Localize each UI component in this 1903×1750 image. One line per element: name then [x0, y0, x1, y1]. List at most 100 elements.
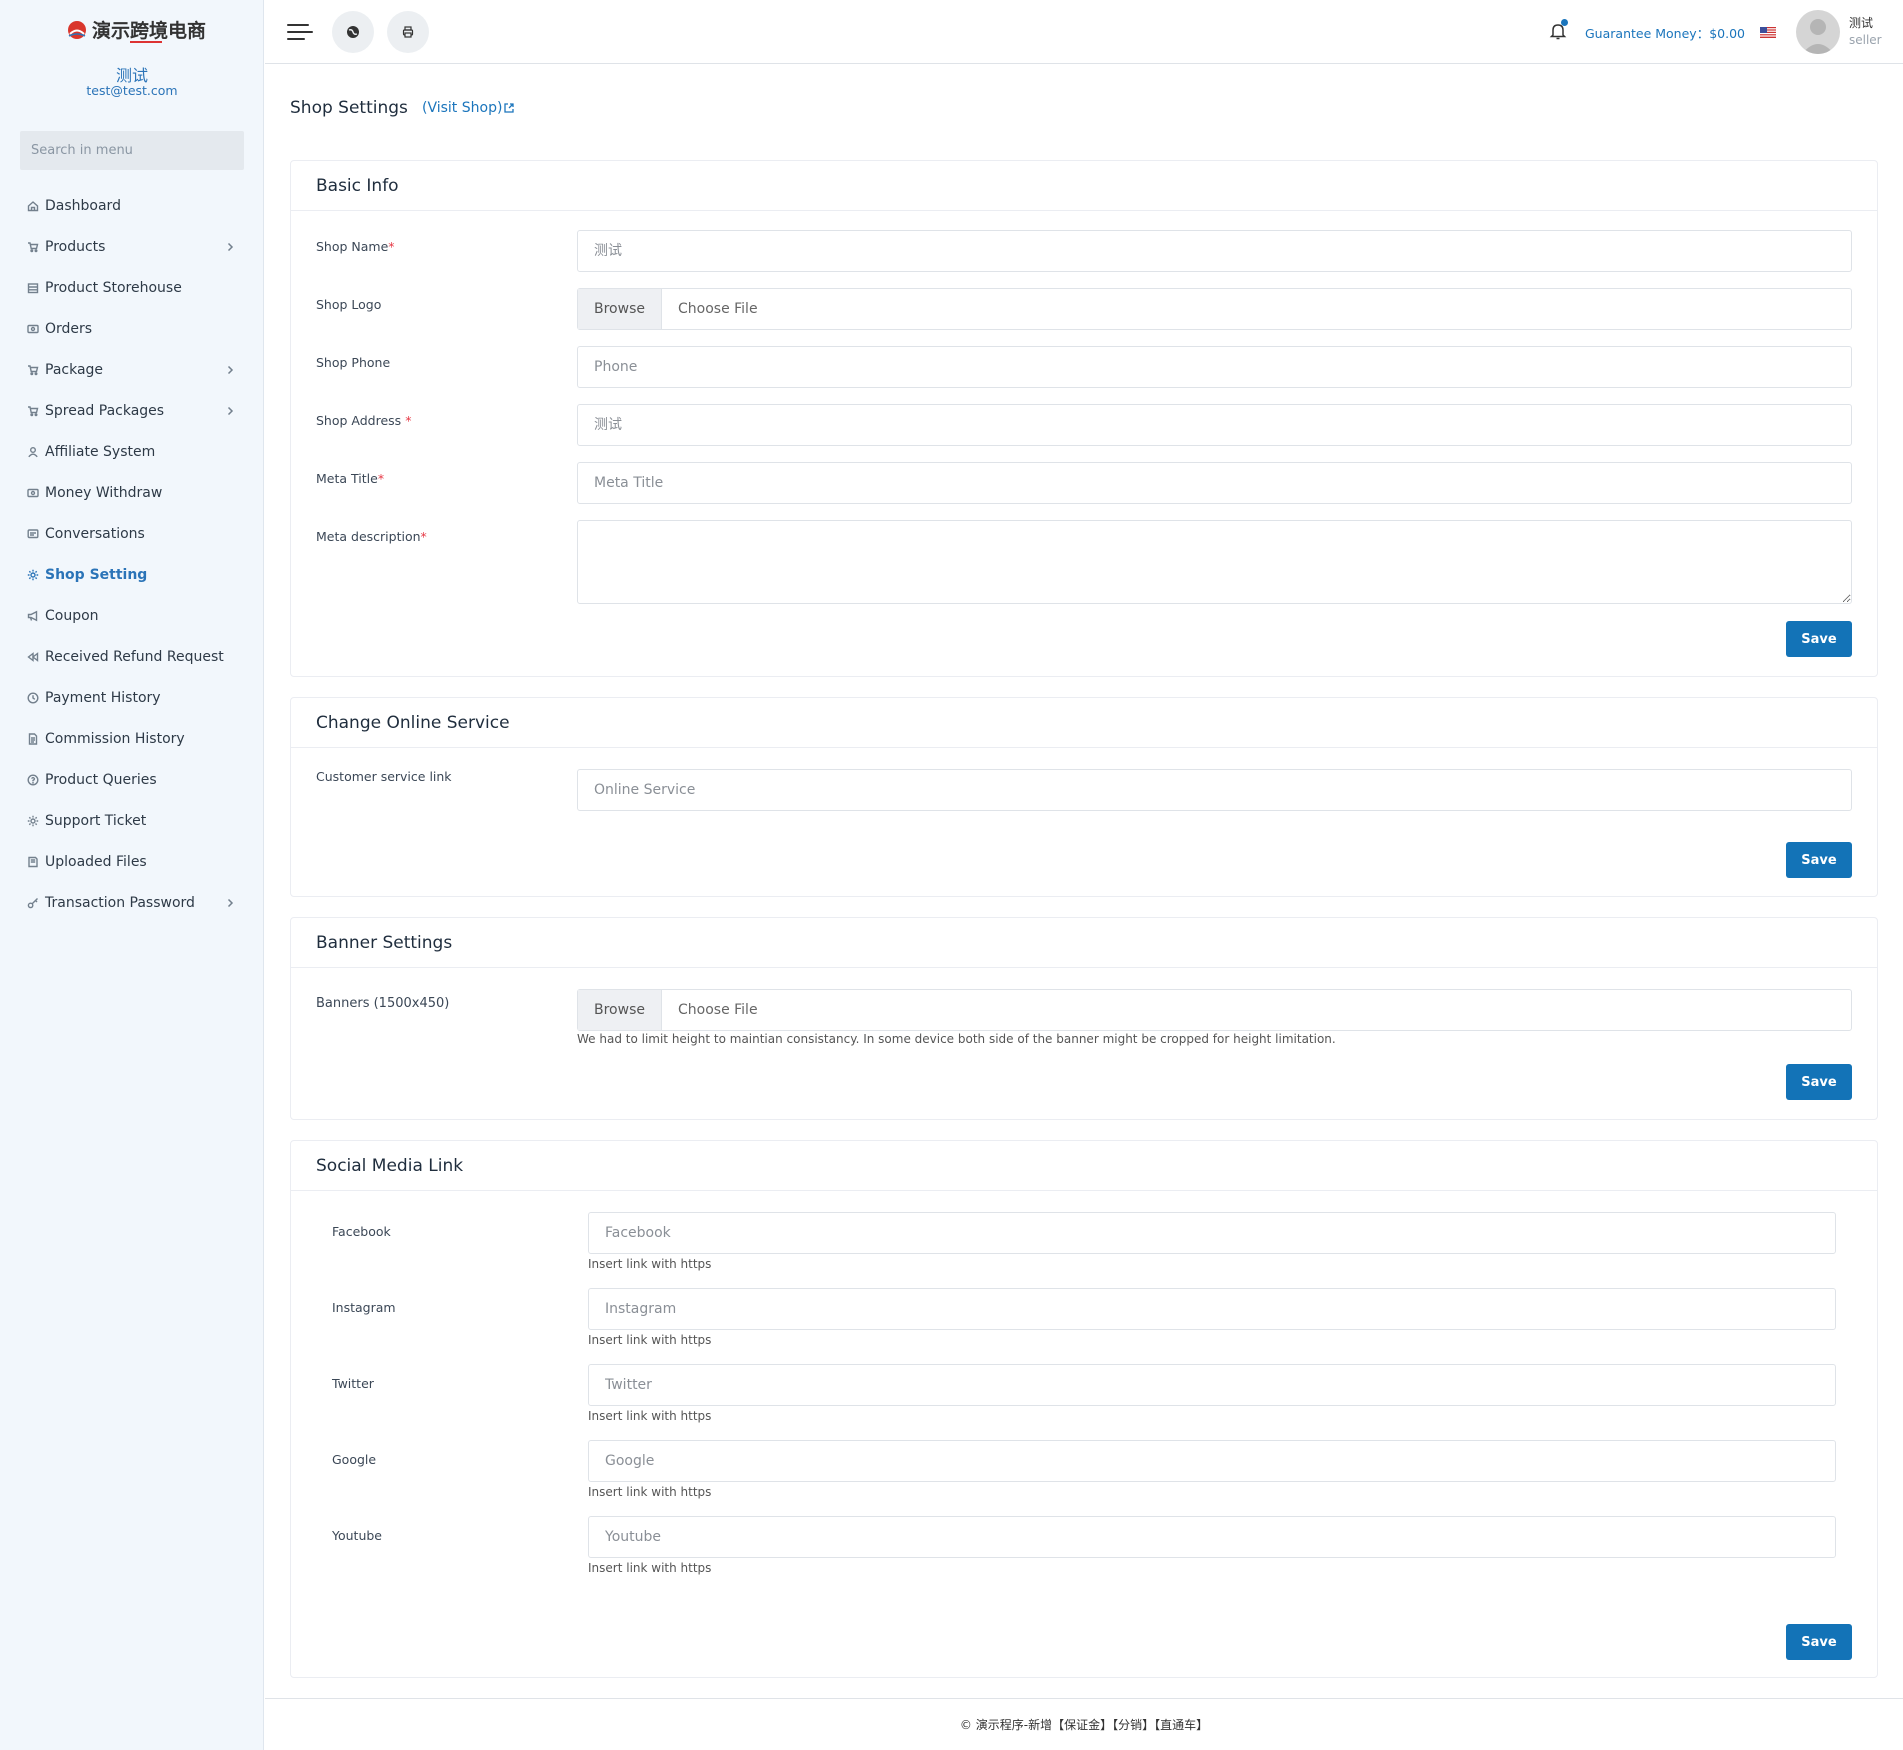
shop-name-label: Shop Name* — [316, 239, 395, 254]
social-hint: Insert link with https — [588, 1333, 712, 1347]
sidebar-item-dashboard[interactable]: Dashboard — [0, 185, 264, 226]
sidebar-item-product-storehouse[interactable]: Product Storehouse — [0, 267, 264, 308]
chat-icon — [26, 527, 39, 540]
footer-text: © 演示程序-新增【保证金】【分销】【直通车】 — [959, 1718, 1209, 1732]
sidebar-item-uploaded-files[interactable]: Uploaded Files — [0, 841, 264, 882]
menu-toggle-icon[interactable] — [287, 21, 313, 43]
money-icon — [26, 486, 39, 499]
sidebar-item-label: Product Storehouse — [45, 279, 182, 296]
storehouse-icon — [26, 281, 39, 294]
sidebar-user-email: test@test.com — [86, 83, 178, 98]
sidebar-item-label: Dashboard — [45, 197, 121, 214]
sidebar-item-shop-setting[interactable]: Shop Setting — [0, 554, 264, 595]
notification-bell-icon[interactable] — [1547, 19, 1569, 42]
topbar: Guarantee Money：$0.00 测试 seller — [265, 0, 1903, 64]
sidebar-item-products[interactable]: Products — [0, 226, 264, 267]
social-input-instagram[interactable] — [588, 1288, 1836, 1330]
social-media-card: Social Media Link Facebook Insert link wi… — [290, 1140, 1878, 1678]
social-label-twitter: Twitter — [332, 1376, 374, 1391]
online-service-save-button[interactable]: Save — [1786, 842, 1852, 878]
basic-info-title: Basic Info — [291, 161, 1877, 211]
sidebar-item-label: Coupon — [45, 607, 99, 624]
shop-address-input[interactable] — [577, 404, 1852, 446]
sidebar-item-label: Payment History — [45, 689, 161, 706]
chevron-right-icon — [225, 240, 236, 252]
social-label-instagram: Instagram — [332, 1300, 396, 1315]
social-label-google: Google — [332, 1452, 377, 1467]
sidebar-item-label: Orders — [45, 320, 93, 337]
visit-shop-link[interactable]: (Visit Shop) — [422, 100, 515, 116]
brand-logo-icon — [68, 20, 86, 39]
sidebar-item-label: Money Withdraw — [45, 484, 163, 501]
basic-info-save-button[interactable]: Save — [1786, 621, 1852, 657]
sidebar-item-label: Shop Setting — [45, 566, 148, 583]
browse-button[interactable]: Browse — [578, 289, 662, 329]
social-input-twitter[interactable] — [588, 1364, 1836, 1406]
sidebar-item-affiliate-system[interactable]: Affiliate System — [0, 431, 264, 472]
shop-name-input[interactable] — [577, 230, 1852, 272]
key-icon — [26, 896, 39, 909]
banner-save-button[interactable]: Save — [1786, 1064, 1852, 1100]
social-input-facebook[interactable] — [588, 1212, 1836, 1254]
sidebar-item-received-refund-request[interactable]: Received Refund Request — [0, 636, 264, 677]
banner-browse-button[interactable]: Browse — [578, 990, 662, 1030]
sidebar-item-money-withdraw[interactable]: Money Withdraw — [0, 472, 264, 513]
online-service-card: Change Online Service Customer service l… — [290, 697, 1878, 897]
banner-settings-card: Banner Settings Banners (1500x450) Brows… — [290, 917, 1878, 1120]
social-hint: Insert link with https — [588, 1485, 712, 1499]
basic-info-card: Basic Info Shop Name* Shop Logo Browse C… — [290, 160, 1878, 677]
sidebar-item-product-queries[interactable]: Product Queries — [0, 759, 264, 800]
social-label-facebook: Facebook — [332, 1224, 391, 1239]
sidebar-item-package[interactable]: Package — [0, 349, 264, 390]
gear-icon — [26, 568, 39, 581]
sidebar-item-label: Products — [45, 238, 106, 255]
banners-file-input[interactable]: Browse Choose File — [577, 989, 1852, 1031]
social-input-youtube[interactable] — [588, 1516, 1836, 1558]
cart-icon — [26, 363, 39, 376]
meta-description-label: Meta description* — [316, 529, 427, 544]
social-media-save-button[interactable]: Save — [1786, 1624, 1852, 1660]
us-flag-icon[interactable] — [1760, 27, 1776, 38]
guarantee-money: Guarantee Money：$0.00 — [1585, 26, 1745, 41]
sidebar-item-label: Package — [45, 361, 104, 378]
sidebar-item-label: Uploaded Files — [45, 853, 147, 870]
sidebar-item-commission-history[interactable]: Commission History — [0, 718, 264, 759]
banner-choose-file-label: Choose File — [678, 1002, 758, 1018]
user-avatar[interactable] — [1796, 10, 1840, 54]
meta-title-input[interactable] — [577, 462, 1852, 504]
sidebar-item-transaction-password[interactable]: Transaction Password — [0, 882, 264, 923]
sidebar-item-label: Affiliate System — [45, 443, 156, 460]
shop-logo-label: Shop Logo — [316, 297, 382, 312]
sidebar-item-coupon[interactable]: Coupon — [0, 595, 264, 636]
social-label-youtube: Youtube — [332, 1528, 382, 1543]
visit-shop-label: (Visit Shop) — [422, 100, 503, 116]
menu-search-input[interactable] — [20, 131, 244, 170]
visit-site-button[interactable] — [332, 11, 374, 53]
online-service-title: Change Online Service — [291, 698, 1877, 748]
shop-logo-file-input[interactable]: Browse Choose File — [577, 288, 1852, 330]
brand-logo[interactable]: 演示跨境电商 — [66, 16, 206, 43]
banners-label: Banners (1500x450) — [316, 996, 450, 1011]
sidebar-item-support-ticket[interactable]: Support Ticket — [0, 800, 264, 841]
money-icon — [26, 322, 39, 335]
shop-phone-input[interactable] — [577, 346, 1852, 388]
customer-service-link-label: Customer service link — [316, 769, 452, 784]
chevron-right-icon — [225, 363, 236, 375]
social-hint: Insert link with https — [588, 1561, 712, 1575]
sidebar-item-orders[interactable]: Orders — [0, 308, 264, 349]
shop-address-label: Shop Address * — [316, 413, 412, 428]
sidebar-item-label: Commission History — [45, 730, 185, 747]
meta-description-textarea[interactable] — [577, 520, 1852, 604]
chevron-right-icon — [225, 404, 236, 416]
meta-title-label: Meta Title* — [316, 471, 385, 486]
social-input-google[interactable] — [588, 1440, 1836, 1482]
sidebar-item-conversations[interactable]: Conversations — [0, 513, 264, 554]
sidebar-item-label: Product Queries — [45, 771, 157, 788]
pos-print-button[interactable] — [387, 11, 429, 53]
sidebar-item-label: Support Ticket — [45, 812, 147, 829]
gear-icon — [26, 814, 39, 827]
sidebar-item-spread-packages[interactable]: Spread Packages — [0, 390, 264, 431]
online-service-input[interactable] — [577, 769, 1852, 811]
sidebar-item-label: Spread Packages — [45, 402, 165, 419]
sidebar-item-payment-history[interactable]: Payment History — [0, 677, 264, 718]
